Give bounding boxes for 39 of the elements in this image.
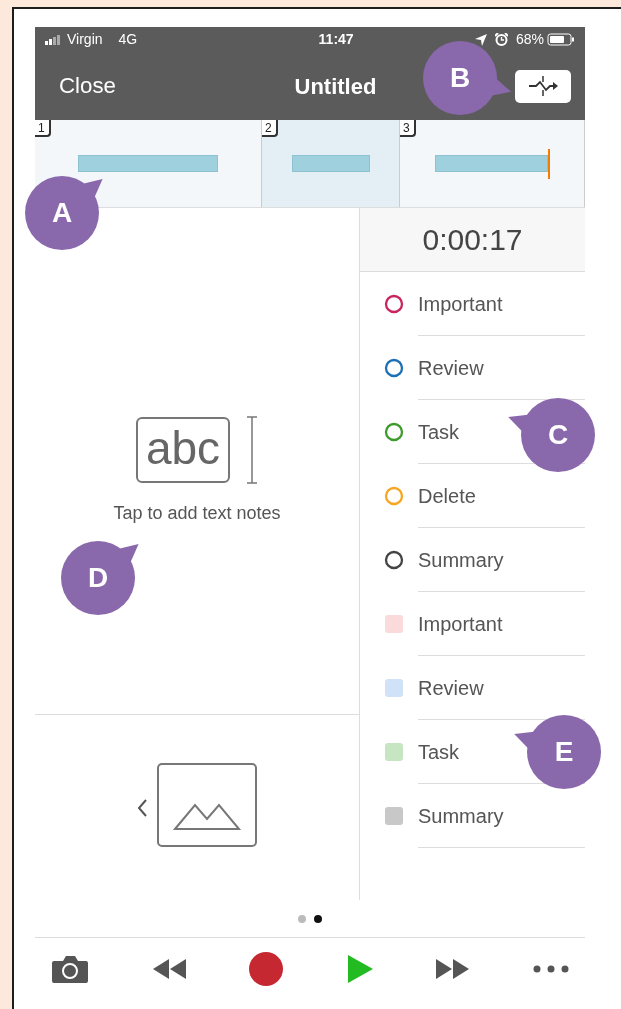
tag-label[interactable]: Delete <box>418 480 476 511</box>
callout-bubble: C <box>503 380 613 490</box>
close-button[interactable]: Close <box>59 69 116 103</box>
text-sample-box: abc <box>135 416 231 483</box>
status-time: 11:47 <box>317 30 354 49</box>
battery-percent: 68% <box>515 30 544 49</box>
carrier-name: Virgin <box>67 30 103 49</box>
battery-icon <box>547 33 575 46</box>
tag-label[interactable]: Review <box>418 352 484 383</box>
split-arrow-icon <box>526 75 560 97</box>
more-icon <box>532 965 569 973</box>
tag-label[interactable]: Review <box>418 672 484 703</box>
tag-label[interactable]: Summary <box>418 544 504 575</box>
callout-bubble: E <box>509 697 619 807</box>
tag-label[interactable]: Summary <box>418 800 504 831</box>
tag-label[interactable]: Task <box>418 736 460 767</box>
sync-button[interactable] <box>515 69 571 103</box>
text-cursor-icon <box>246 415 259 484</box>
record-icon <box>248 951 285 987</box>
elapsed-timer: 0:00:17 <box>360 208 585 272</box>
screen-title: Untitled <box>294 72 377 101</box>
segment-number: 2 <box>262 120 278 137</box>
chevron-left-icon <box>137 798 147 817</box>
alarm-icon <box>494 33 508 46</box>
timeline-segment[interactable]: 3 <box>400 120 585 207</box>
location-icon <box>474 33 487 46</box>
tag-label[interactable]: Important <box>418 288 503 319</box>
play-icon <box>345 954 374 984</box>
page-dot[interactable] <box>314 914 322 923</box>
tag-label[interactable]: Task <box>418 416 460 447</box>
image-icon[interactable] <box>157 762 257 847</box>
tag-label[interactable]: Important <box>418 608 503 639</box>
camera-icon <box>51 954 89 984</box>
signal-icon <box>45 34 63 45</box>
timeline-segment[interactable]: 2 <box>262 120 400 207</box>
segment-number: 3 <box>400 120 416 137</box>
page-dot[interactable] <box>298 914 306 923</box>
network-type: 4G <box>118 30 138 49</box>
segment-number: 1 <box>35 120 51 137</box>
